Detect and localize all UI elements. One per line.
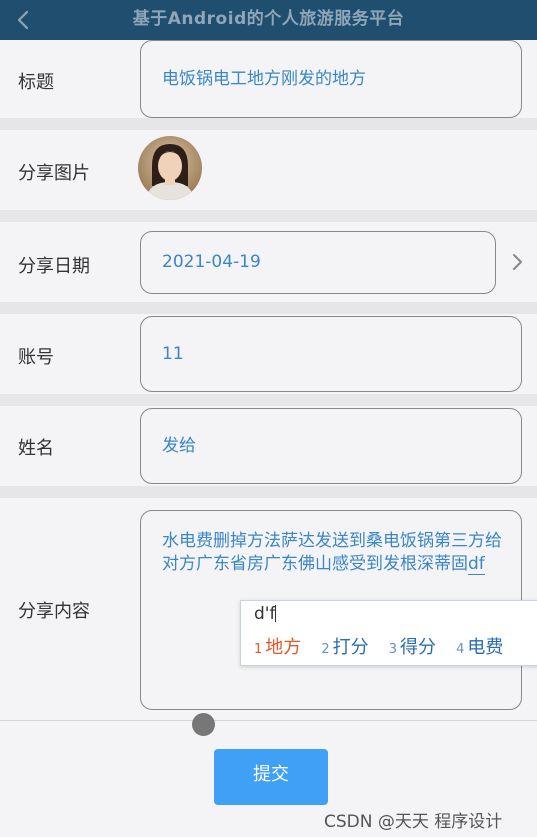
account-value: 11 bbox=[162, 344, 184, 364]
date-label: 分享日期 bbox=[18, 256, 90, 277]
ime-composition: d'f bbox=[254, 604, 277, 624]
account-row: 账号 11 bbox=[0, 314, 537, 395]
candidate-index: 4 bbox=[456, 642, 465, 657]
text-caret bbox=[275, 605, 277, 622]
ime-candidate[interactable]: 4 电费 bbox=[456, 633, 503, 659]
name-label: 姓名 bbox=[18, 438, 54, 459]
app-header: 基于Android的个人旅游服务平台 bbox=[0, 0, 537, 40]
candidate-text: 得分 bbox=[400, 637, 437, 658]
divider bbox=[0, 118, 537, 130]
candidate-text: 打分 bbox=[332, 637, 369, 658]
avatar[interactable] bbox=[138, 136, 202, 200]
date-value: 2021-04-19 bbox=[162, 252, 261, 272]
content-label: 分享内容 bbox=[18, 601, 90, 622]
image-label: 分享图片 bbox=[18, 163, 90, 184]
account-field[interactable]: 11 bbox=[140, 316, 522, 392]
ime-candidate[interactable]: 3 得分 bbox=[389, 633, 436, 659]
content-text: 水电费删掉方法萨达发送到桑电饭锅第三方给对方广东省房广东佛山感受到发根深蒂固df bbox=[162, 530, 502, 576]
submit-button[interactable]: 提交 bbox=[214, 749, 328, 805]
watermark: CSDN @天天 程序设计 bbox=[324, 812, 503, 832]
ime-candidate-list: 1 地方 2 打分 3 得分 4 电费 bbox=[254, 633, 518, 659]
composing-text: df bbox=[468, 554, 485, 575]
name-value: 发给 bbox=[162, 436, 196, 456]
title-label: 标题 bbox=[18, 72, 54, 93]
title-row: 标题 电饭锅电工地方刚发的地方 bbox=[0, 40, 537, 119]
candidate-text: 电费 bbox=[467, 637, 504, 658]
page-title: 基于Android的个人旅游服务平台 bbox=[132, 9, 405, 29]
ime-composition-text: d'f bbox=[254, 604, 276, 624]
candidate-text: 地方 bbox=[265, 637, 302, 658]
title-value: 电饭锅电工地方刚发的地方 bbox=[162, 69, 366, 89]
text-cursor-handle[interactable] bbox=[192, 713, 215, 736]
avatar-image bbox=[138, 136, 202, 200]
name-row: 姓名 发给 bbox=[0, 406, 537, 487]
image-row: 分享图片 bbox=[0, 130, 537, 211]
divider bbox=[0, 394, 537, 406]
divider bbox=[0, 302, 537, 314]
chevron-right-icon[interactable] bbox=[509, 252, 525, 272]
candidate-index: 3 bbox=[388, 642, 398, 657]
content-value: 水电费删掉方法萨达发送到桑电饭锅第三方给对方广东省房广东佛山感受到发根深蒂固 bbox=[162, 531, 502, 574]
name-field[interactable]: 发给 bbox=[140, 408, 522, 484]
date-row: 分享日期 2021-04-19 bbox=[0, 222, 537, 303]
candidate-index: 2 bbox=[321, 642, 330, 657]
date-field[interactable]: 2021-04-19 bbox=[140, 231, 496, 294]
divider bbox=[0, 210, 537, 222]
account-label: 账号 bbox=[18, 347, 54, 368]
ime-candidate-popup: d'f 1 地方 2 打分 3 得分 4 电费 bbox=[240, 600, 537, 666]
ime-candidate[interactable]: 2 打分 bbox=[321, 633, 368, 659]
title-field[interactable]: 电饭锅电工地方刚发的地方 bbox=[140, 40, 522, 118]
candidate-index: 1 bbox=[254, 642, 263, 657]
divider bbox=[0, 486, 537, 498]
ime-candidate[interactable]: 1 地方 bbox=[254, 633, 301, 659]
